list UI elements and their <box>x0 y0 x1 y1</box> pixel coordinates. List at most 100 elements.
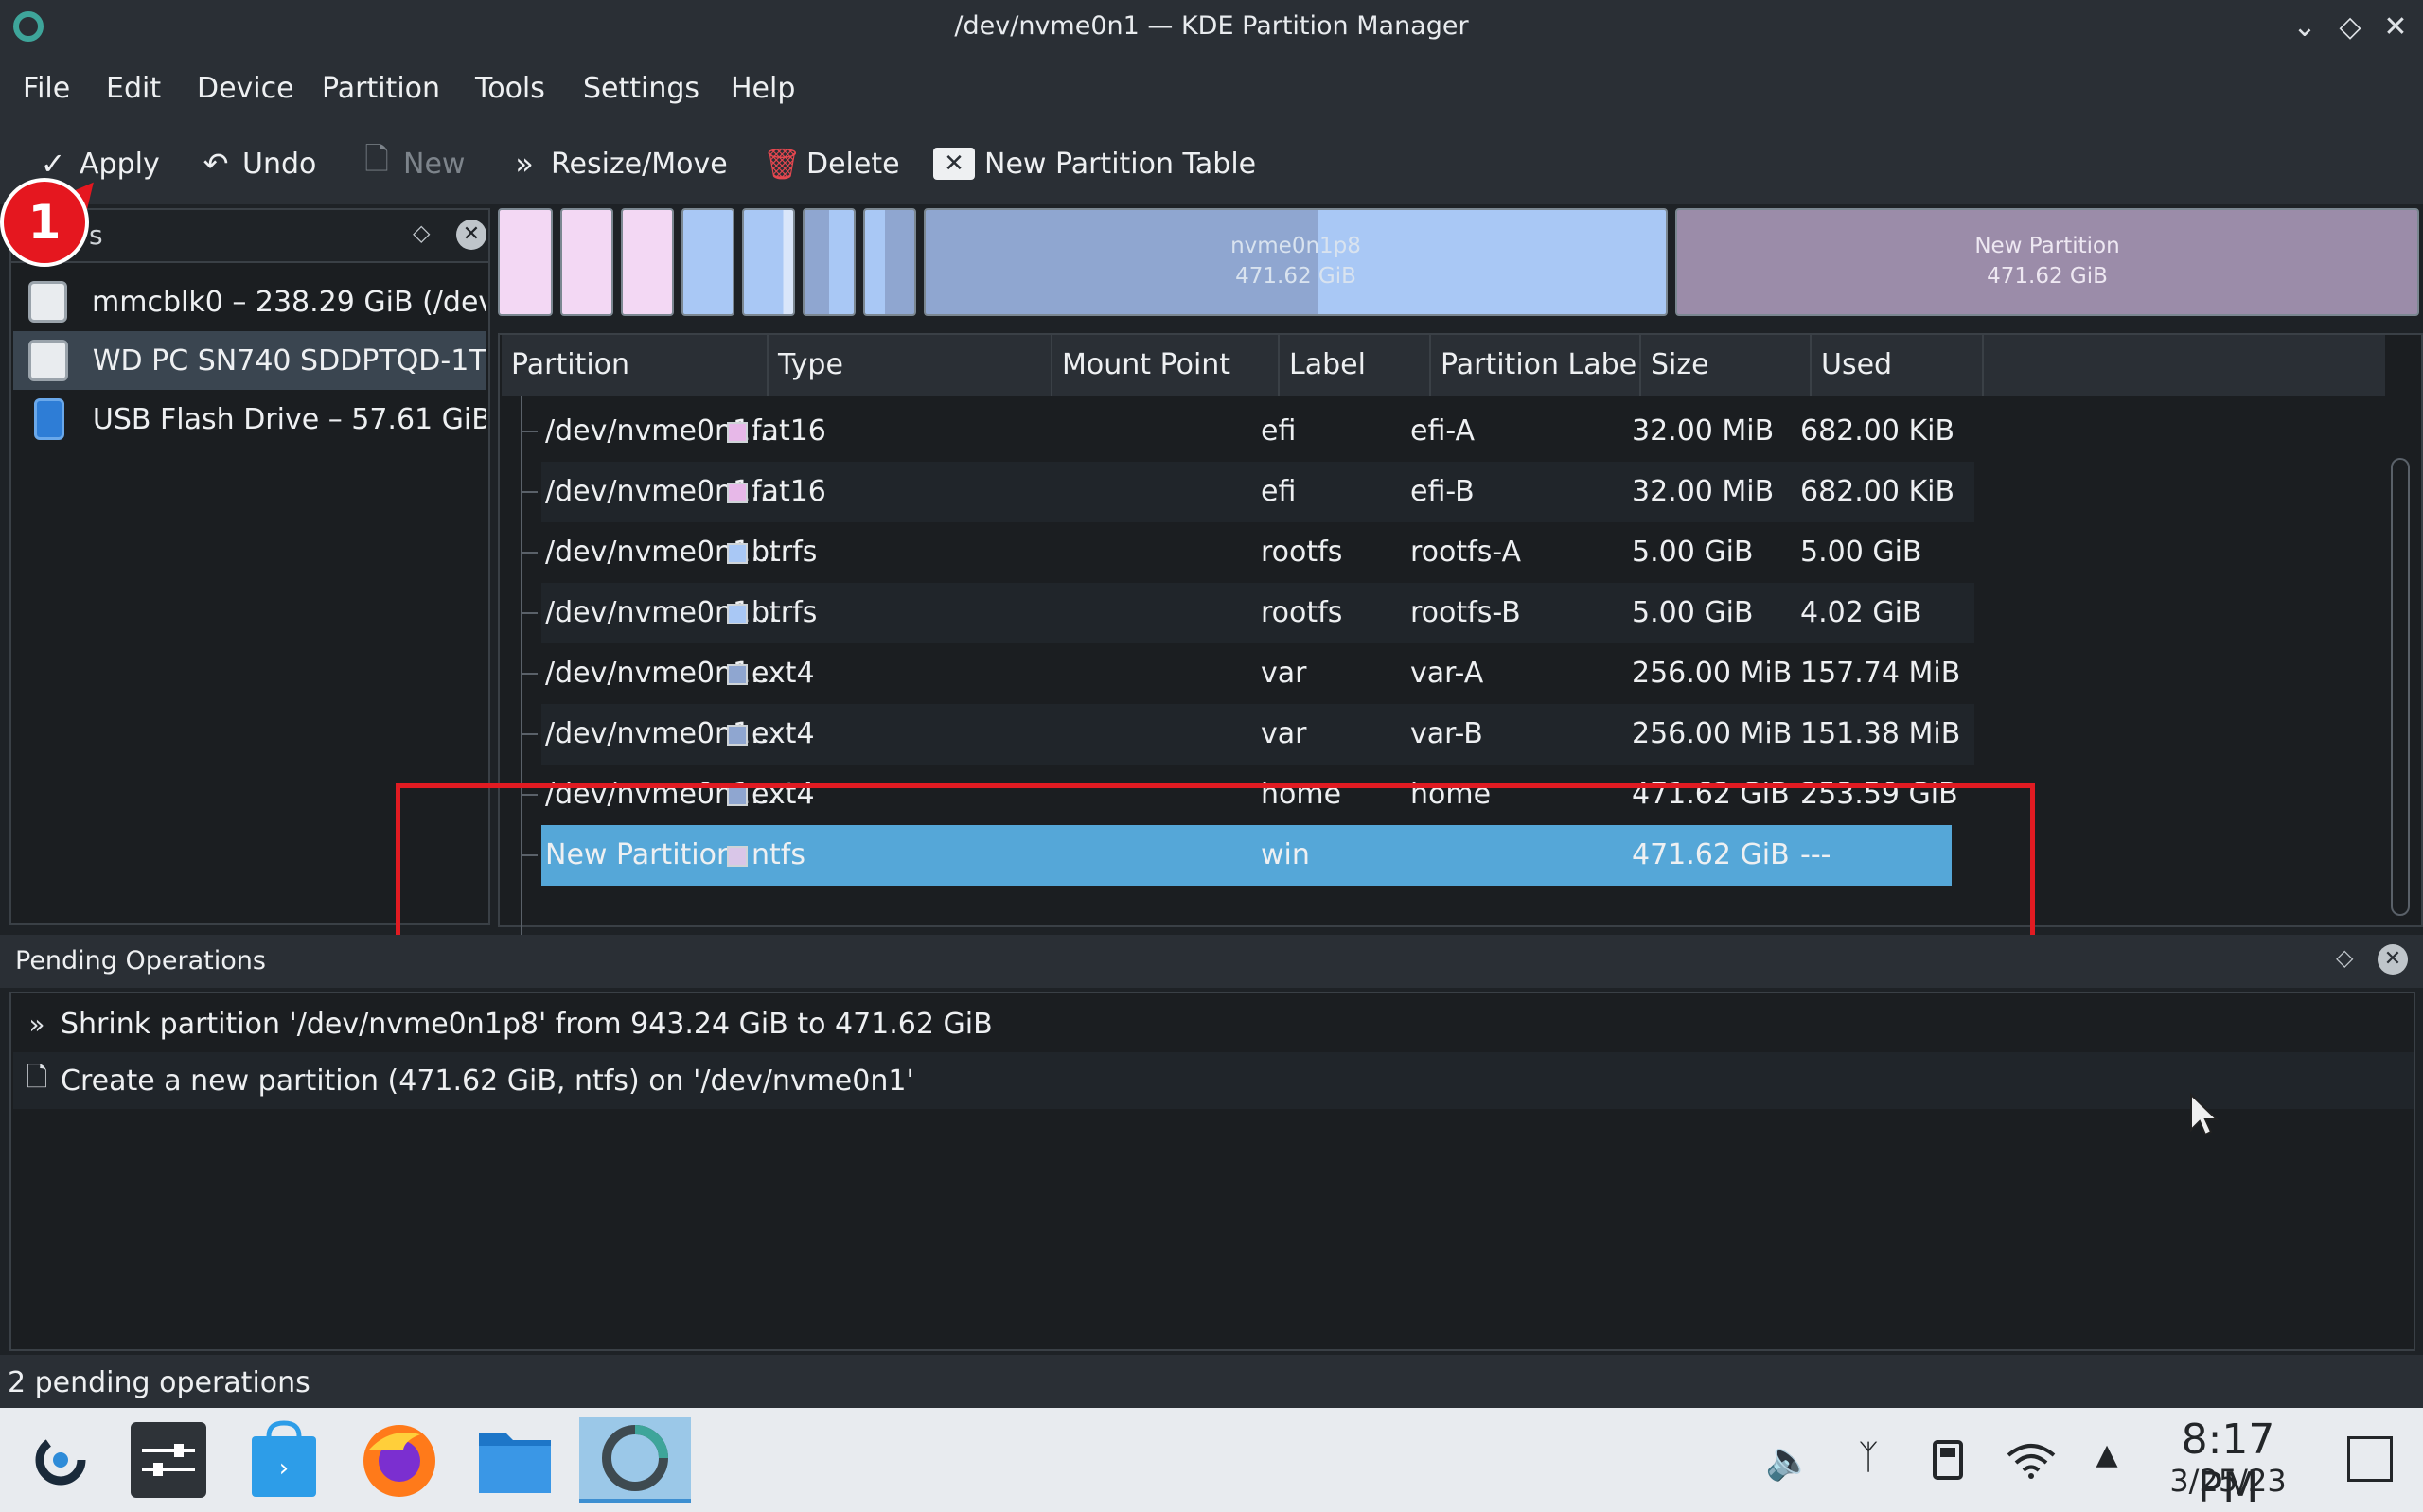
cell-label: rootfs <box>1261 596 1343 629</box>
menu-device[interactable]: Device <box>197 72 294 105</box>
table-row[interactable]: /dev/nvme0n1... btrfs rootfs rootfs-A 5.00 G… <box>521 522 1974 583</box>
segment-name: New Partition <box>1974 234 2120 258</box>
cell-type: ext4 <box>752 717 815 750</box>
tree-connector <box>521 612 538 614</box>
toolbar: ✓ Apply ↶ Undo 🗋 New » Resize/Move 🗑 Del… <box>0 123 2423 204</box>
partition-segment[interactable] <box>681 208 734 316</box>
float-panel-icon[interactable]: ◇ <box>413 220 430 246</box>
device-label: mmcblk0 – 238.29 GiB (/dev... <box>92 285 486 319</box>
menu-edit[interactable]: Edit <box>106 72 161 105</box>
partition-segment[interactable] <box>742 208 795 316</box>
table-header: Partition Type Mount Point Label Partiti… <box>502 335 2385 396</box>
device-label: WD PC SN740 SDDPTQD-1T... <box>92 343 486 378</box>
column-header-label[interactable]: Label <box>1280 335 1431 396</box>
partition-manager-icon[interactable] <box>579 1417 691 1503</box>
undo-icon: ↶ <box>203 146 229 182</box>
device-filter-input[interactable]: s <box>89 220 103 251</box>
title-bar: /dev/nvme0n1 — KDE Partition Manager ⌄ ◇… <box>0 0 2423 55</box>
firefox-icon[interactable] <box>352 1417 447 1503</box>
discover-store-icon[interactable]: › <box>237 1417 331 1503</box>
partition-segment-nvme0n1p8[interactable]: nvme0n1p8 471.62 GiB <box>924 208 1668 316</box>
bluetooth-icon[interactable]: ᛉ <box>1849 1438 1887 1482</box>
status-text: 2 pending operations <box>8 1366 310 1399</box>
column-header-used[interactable]: Used <box>1812 335 1984 396</box>
svg-text:›: › <box>279 1454 289 1483</box>
menu-tools[interactable]: Tools <box>475 72 545 105</box>
partition-segment[interactable] <box>621 208 674 316</box>
resize-move-button[interactable]: » Resize/Move <box>507 144 728 184</box>
device-item-usb-flash[interactable]: USB Flash Drive – 57.61 GiB... <box>13 390 486 448</box>
taskbar: › 🔈 ᛉ ▲ 8:17 PM 3/25/23 <box>0 1408 2423 1512</box>
partition-segment[interactable] <box>498 208 553 316</box>
device-label: USB Flash Drive – 57.61 GiB... <box>92 402 486 436</box>
filesystem-color-swatch <box>727 664 748 685</box>
cell-label: efi <box>1261 414 1297 448</box>
cell-partition-label: var-A <box>1410 657 1484 690</box>
vertical-scrollbar[interactable] <box>2391 458 2410 916</box>
menu-bar: File Edit Device Partition Tools Setting… <box>0 55 2423 123</box>
steam-icon[interactable] <box>11 1417 106 1503</box>
cell-partition-label: efi-B <box>1410 475 1475 508</box>
table-row[interactable]: /dev/nvme0n1... btrfs rootfs rootfs-B 5.00 G… <box>521 583 1974 643</box>
close-panel-icon[interactable]: ✕ <box>2378 944 2408 975</box>
table-row[interactable]: /dev/nvme0n1... ext4 var var-B 256.00 MiB 151… <box>521 704 1974 765</box>
filesystem-color-swatch <box>727 483 748 503</box>
table-row[interactable]: /dev/nvme0n1... fat16 efi efi-B 32.00 MiB 682… <box>521 462 1974 522</box>
partition-segment[interactable] <box>560 208 613 316</box>
partition-segment[interactable] <box>863 208 916 316</box>
drive-icon <box>28 281 68 323</box>
table-row[interactable]: /dev/nvme0n1... fat16 efi efi-A 32.00 MiB 682… <box>521 401 1974 462</box>
column-header-type[interactable]: Type <box>769 335 1052 396</box>
new-partition-table-button[interactable]: ✕ New Partition Table <box>933 144 1256 184</box>
apply-button[interactable]: ✓ Apply <box>36 144 160 184</box>
cell-size: 256.00 MiB <box>1632 717 1793 750</box>
usb-drive-icon <box>34 398 64 440</box>
cell-type: fat16 <box>752 414 826 448</box>
tray-expand-icon[interactable]: ▲ <box>2088 1438 2126 1482</box>
wifi-icon[interactable] <box>2001 1438 2061 1482</box>
float-panel-icon[interactable]: ◇ <box>2336 944 2353 971</box>
new-label: New <box>403 147 466 181</box>
window-title: /dev/nvme0n1 — KDE Partition Manager <box>954 11 1469 41</box>
device-item-wd-ssd[interactable]: WD PC SN740 SDDPTQD-1T... <box>13 331 486 390</box>
system-settings-icon[interactable] <box>121 1417 216 1503</box>
volume-icon[interactable]: 🔈 <box>1762 1438 1815 1483</box>
clock-date[interactable]: 3/25/23 <box>2152 1463 2304 1499</box>
close-button[interactable]: ✕ <box>2378 9 2414 45</box>
menu-help[interactable]: Help <box>731 72 795 105</box>
partition-segment-new[interactable]: New Partition 471.62 GiB <box>1675 208 2419 316</box>
pending-op-shrink[interactable]: » Shrink partition '/dev/nvme0n1p8' from… <box>13 995 2414 1052</box>
cell-label: var <box>1261 657 1307 690</box>
show-desktop-button[interactable] <box>2347 1436 2393 1482</box>
minimize-button[interactable]: ⌄ <box>2287 9 2323 45</box>
file-manager-icon[interactable] <box>468 1417 562 1503</box>
table-row[interactable]: /dev/nvme0n1... ext4 var var-A 256.00 MiB 157… <box>521 643 1974 704</box>
cell-used: 151.38 MiB <box>1800 717 1961 750</box>
device-item-mmcblk0[interactable]: mmcblk0 – 238.29 GiB (/dev... <box>13 273 486 331</box>
partition-segment[interactable] <box>803 208 856 316</box>
menu-partition[interactable]: Partition <box>322 72 440 105</box>
cell-size: 5.00 GiB <box>1632 536 1754 569</box>
pending-op-create[interactable]: 🗋 Create a new partition (471.62 GiB, nt… <box>13 1052 2414 1109</box>
resize-move-label: Resize/Move <box>551 147 728 181</box>
menu-settings[interactable]: Settings <box>583 72 699 105</box>
clear-table-icon: ✕ <box>933 148 975 180</box>
column-header-size[interactable]: Size <box>1641 335 1812 396</box>
close-panel-icon[interactable]: ✕ <box>456 220 486 250</box>
undo-button[interactable]: ↶ Undo <box>199 144 317 184</box>
segment-name: nvme0n1p8 <box>1230 234 1361 258</box>
menu-file[interactable]: File <box>23 72 70 105</box>
cell-partition-label: rootfs-B <box>1410 596 1521 629</box>
cell-used: 682.00 KiB <box>1800 414 1955 448</box>
column-header-mount-point[interactable]: Mount Point <box>1052 335 1280 396</box>
new-button[interactable]: 🗋 New <box>360 141 466 184</box>
cell-size: 5.00 GiB <box>1632 596 1754 629</box>
column-header-partition[interactable]: Partition <box>502 335 769 396</box>
column-header-partition-label[interactable]: Partition Labe <box>1431 335 1641 396</box>
cell-used: 5.00 GiB <box>1800 536 1922 569</box>
cell-label: rootfs <box>1261 536 1343 569</box>
maximize-button[interactable]: ◇ <box>2332 9 2368 45</box>
usb-storage-icon[interactable] <box>1927 1438 1969 1482</box>
delete-button[interactable]: 🗑 Delete <box>763 144 900 184</box>
cell-partition-label: efi-A <box>1410 414 1476 448</box>
